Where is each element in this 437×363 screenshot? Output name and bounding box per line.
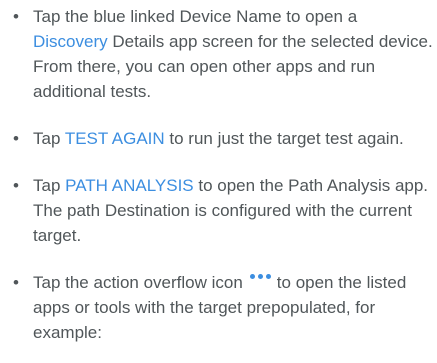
bullet: • bbox=[13, 273, 19, 292]
item-text: Tap the action overflow icon bbox=[33, 273, 243, 292]
list-item-action-overflow: • Tap the action overflow icon to open th… bbox=[13, 270, 433, 345]
item-text: to run just the target test again. bbox=[164, 129, 404, 148]
list-item-path-analysis: • Tap PATH ANALYSIS to open the Path Ana… bbox=[13, 173, 433, 248]
item-text: Tap bbox=[33, 129, 65, 148]
list-item-test-again: • Tap TEST AGAIN to run just the target … bbox=[13, 126, 433, 151]
help-bullet-list: • Tap the blue linked Device Name to ope… bbox=[0, 0, 437, 342]
more-horizontal-icon[interactable] bbox=[249, 272, 271, 282]
bullet: • bbox=[13, 176, 19, 195]
path-analysis-link[interactable]: PATH ANALYSIS bbox=[65, 176, 194, 195]
test-again-link[interactable]: TEST AGAIN bbox=[65, 129, 165, 148]
discovery-link[interactable]: Discovery bbox=[33, 32, 108, 51]
list-item-device-name: • Tap the blue linked Device Name to ope… bbox=[13, 4, 433, 104]
bullet: • bbox=[13, 129, 19, 148]
item-text: Tap the blue linked Device Name to open … bbox=[33, 7, 358, 26]
bullet: • bbox=[13, 7, 19, 26]
item-text: Tap bbox=[33, 176, 66, 195]
